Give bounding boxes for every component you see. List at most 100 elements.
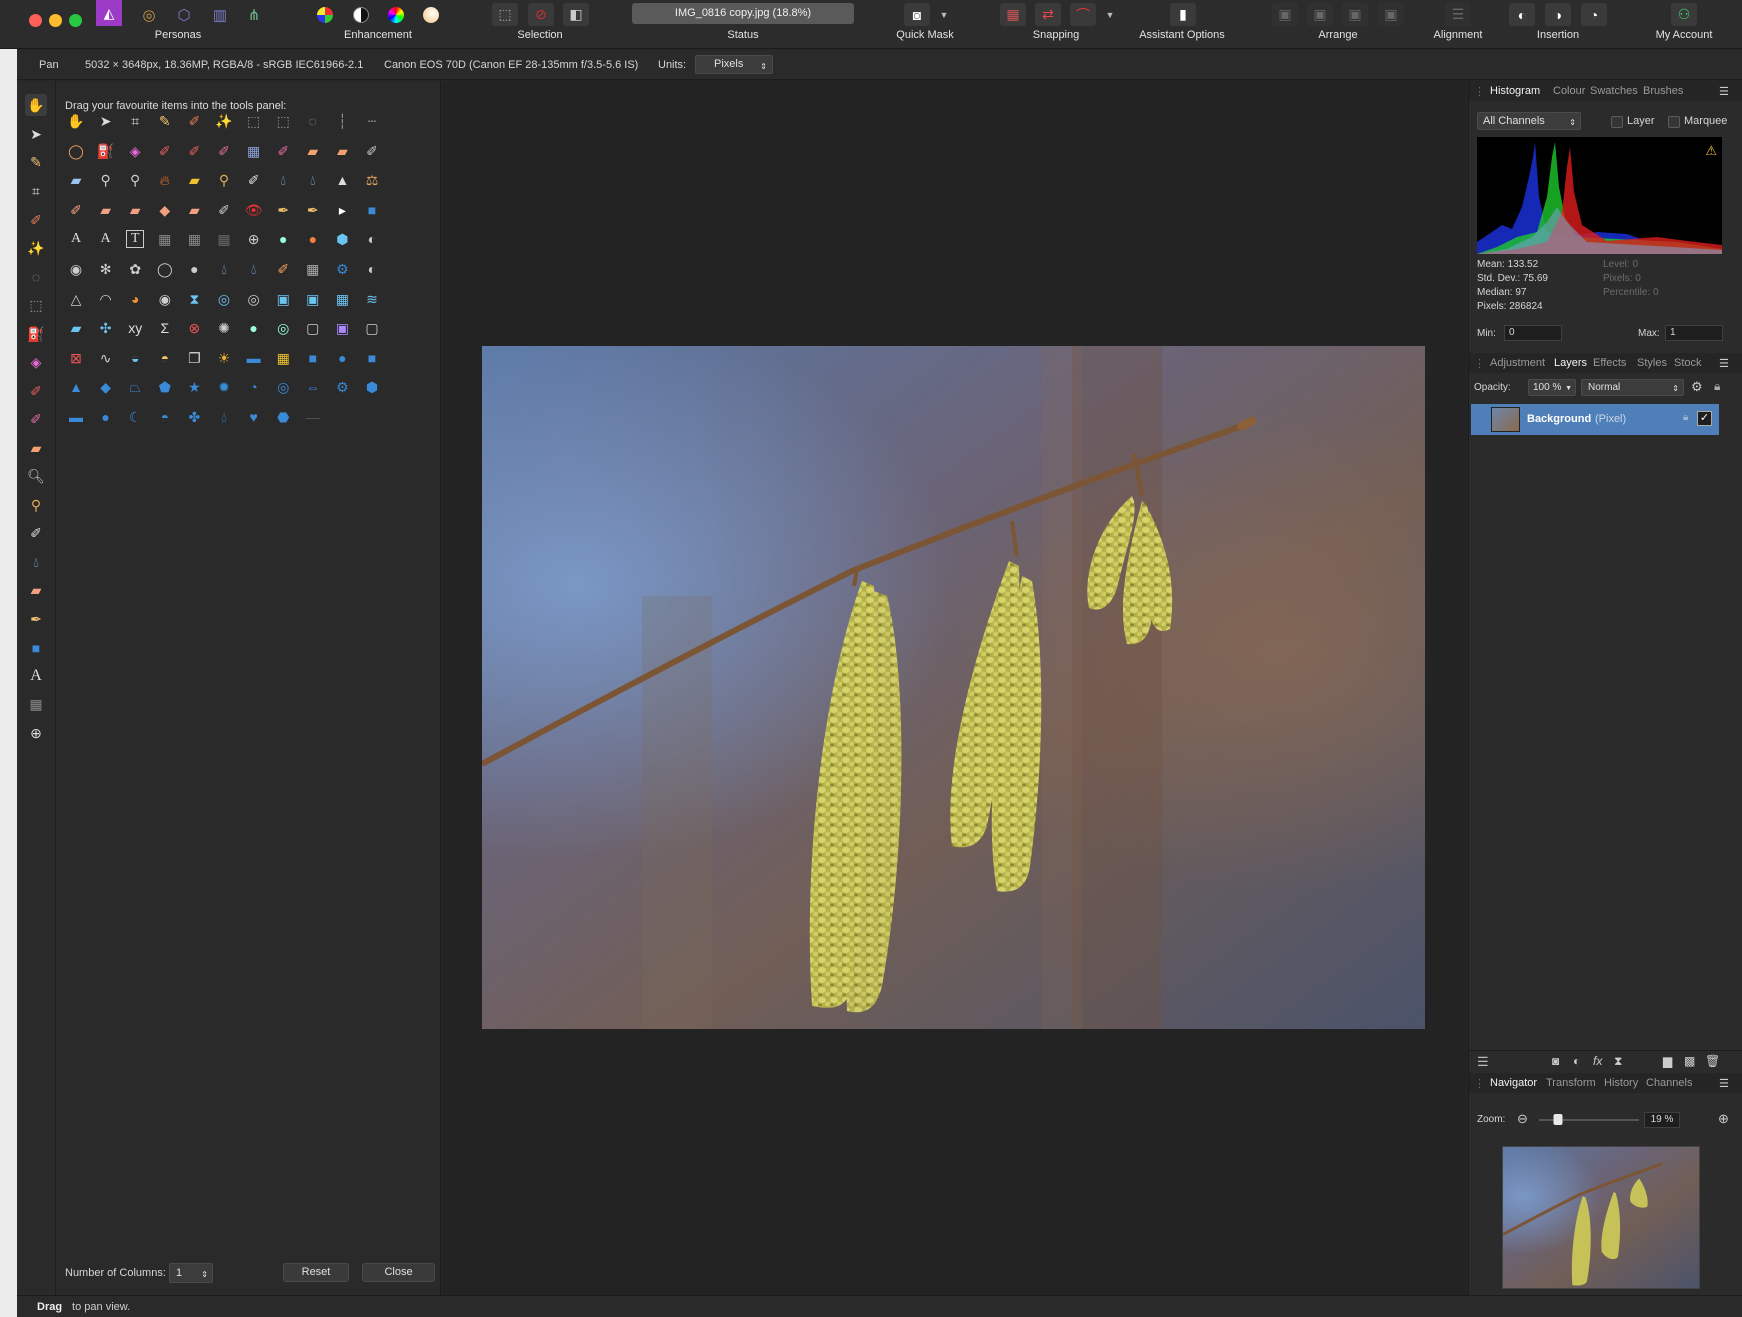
polygon-tool-icon[interactable]: ⬢ bbox=[360, 375, 384, 399]
auto-white-balance-icon[interactable] bbox=[419, 4, 443, 26]
cog-tool-icon[interactable]: ⚙ bbox=[330, 257, 354, 281]
flood-erase-tool-icon[interactable]: ✐ bbox=[360, 139, 384, 163]
layer-visibility-checkbox[interactable]: ✓ bbox=[1697, 411, 1712, 426]
starburst-tool-icon[interactable]: ✹ bbox=[212, 375, 236, 399]
frame-text-tool-icon[interactable]: A bbox=[94, 227, 118, 251]
tab-histogram[interactable]: Histogram bbox=[1490, 85, 1540, 97]
liquify-persona-icon[interactable]: ◎ bbox=[137, 4, 161, 26]
tab-transform[interactable]: Transform bbox=[1546, 1077, 1596, 1089]
square-tool-icon[interactable]: ■ bbox=[301, 346, 325, 370]
adjustment-layer-icon[interactable]: ◐ bbox=[1573, 1054, 1580, 1068]
pan-tool-icon[interactable]: ✋ bbox=[64, 109, 88, 133]
zoom-slider-thumb[interactable] bbox=[1553, 1114, 1563, 1125]
snapping-magnet-icon[interactable]: ⌒ bbox=[1070, 3, 1096, 26]
zoom-slider[interactable] bbox=[1539, 1114, 1639, 1125]
drop-tool-icon[interactable]: 💧︎ bbox=[212, 257, 236, 281]
selection-brush-tool-icon[interactable]: ✐ bbox=[182, 109, 206, 133]
hourglass-tool-icon[interactable]: ⧗ bbox=[182, 287, 206, 311]
sun-tool-icon[interactable]: ☀ bbox=[212, 346, 236, 370]
navigator-preview[interactable] bbox=[1502, 1146, 1700, 1289]
pattern-tool-icon[interactable]: ▦ bbox=[242, 139, 266, 163]
add-group-icon[interactable]: ▆ bbox=[1663, 1054, 1672, 1068]
inpainting-tool-icon[interactable]: ◆ bbox=[153, 198, 177, 222]
pie-shape-tool-icon[interactable]: ◔ bbox=[242, 375, 266, 399]
half-tool-icon[interactable]: ◒ bbox=[123, 346, 147, 370]
corner-tool-icon[interactable]: ▸ bbox=[330, 198, 354, 222]
frequency-tool-icon[interactable]: ▰ bbox=[182, 198, 206, 222]
drag-handle-icon[interactable]: ⋮ bbox=[1474, 85, 1485, 98]
layer-checkbox[interactable] bbox=[1611, 116, 1623, 128]
paint-brush-tool-icon[interactable]: ✐ bbox=[153, 139, 177, 163]
blur-tool-icon[interactable]: 💧︎ bbox=[271, 168, 295, 192]
waves-tool-icon[interactable]: ≋ bbox=[360, 287, 384, 311]
flag-tool-icon[interactable]: ▰ bbox=[64, 316, 88, 340]
paint-brush-tool-icon[interactable]: ✐ bbox=[25, 380, 47, 402]
trapezoid-tool-icon[interactable]: ⏢ bbox=[123, 375, 147, 399]
brush-2-tool-icon[interactable]: ✐ bbox=[271, 257, 295, 281]
panel-menu-icon[interactable]: ☰ bbox=[1719, 357, 1729, 370]
cross-tool-icon[interactable]: ⊗ bbox=[182, 316, 206, 340]
rect-marquee-tool-icon[interactable]: ⬚ bbox=[242, 109, 266, 133]
tab-channels[interactable]: Channels bbox=[1646, 1077, 1692, 1089]
zoom-tool-icon[interactable]: ⊕ bbox=[242, 227, 266, 251]
rectangle-tool-icon[interactable]: ■ bbox=[25, 637, 47, 659]
mesh-warp-tool-icon[interactable]: ▦ bbox=[153, 227, 177, 251]
clone-brush-tool-icon[interactable]: ⚲ bbox=[25, 494, 47, 516]
rings-tool-icon[interactable]: ◎ bbox=[242, 287, 266, 311]
wave-tool-icon[interactable]: ◠ bbox=[94, 287, 118, 311]
cat-tool-icon[interactable]: ⬣ bbox=[271, 405, 295, 429]
red-eye-tool-icon[interactable]: 👁︎ bbox=[242, 198, 266, 222]
auto-contrast-icon[interactable] bbox=[349, 4, 373, 26]
panel-menu-icon[interactable]: ☰ bbox=[1719, 85, 1729, 98]
dodge-tool-icon[interactable]: 🔍︎ bbox=[25, 465, 47, 487]
erase-brush-tool-icon[interactable]: ▰ bbox=[301, 139, 325, 163]
colour-picker-tool-icon[interactable]: ✎ bbox=[25, 151, 47, 173]
zoom-out-icon[interactable]: ⊖ bbox=[1517, 1111, 1528, 1127]
move-to-back-icon[interactable]: ▣ bbox=[1272, 3, 1298, 26]
tone-mapping-persona-icon[interactable]: ▥ bbox=[208, 4, 232, 26]
perspective-tool-icon[interactable]: ▦ bbox=[182, 227, 206, 251]
square-fill-tool-icon[interactable]: ▣ bbox=[330, 316, 354, 340]
zoom-window-button[interactable] bbox=[69, 14, 82, 27]
move-tool-icon[interactable]: ➤ bbox=[94, 109, 118, 133]
callout-rect-tool-icon[interactable]: ▬ bbox=[64, 405, 88, 429]
crop-tool-icon[interactable]: ⌗ bbox=[25, 180, 47, 202]
drag-handle-icon[interactable]: ⋮ bbox=[1474, 357, 1485, 370]
heart-tool-icon[interactable]: ♥ bbox=[242, 405, 266, 429]
move-to-front-icon[interactable]: ▣ bbox=[1378, 3, 1404, 26]
tab-brushes[interactable]: Brushes bbox=[1643, 85, 1683, 97]
minimize-window-button[interactable] bbox=[49, 14, 62, 27]
x-box-tool-icon[interactable]: ⊠ bbox=[64, 346, 88, 370]
cog-shape-tool-icon[interactable]: ⚙ bbox=[330, 375, 354, 399]
tab-stock[interactable]: Stock bbox=[1674, 357, 1702, 369]
export-persona-icon[interactable]: ⋔ bbox=[242, 4, 266, 26]
lasso-tool-icon[interactable]: ◯ bbox=[64, 139, 88, 163]
colour-replacement-tool-icon[interactable]: ✐ bbox=[25, 408, 47, 430]
colour-replacement-tool-icon[interactable]: ✐ bbox=[212, 139, 236, 163]
move-tool-icon[interactable]: ➤ bbox=[25, 123, 47, 145]
drop-2-tool-icon[interactable]: 💧︎ bbox=[242, 257, 266, 281]
copy-tool-icon[interactable]: ❐ bbox=[182, 346, 206, 370]
cube-tool-icon[interactable]: ⬢ bbox=[330, 227, 354, 251]
rounded-tool-icon[interactable]: ▢ bbox=[360, 316, 384, 340]
min-input[interactable]: 0 bbox=[1504, 325, 1562, 341]
text-frame-tool-icon[interactable]: T bbox=[126, 230, 145, 249]
columns-stepper[interactable]: 1 ⇕ bbox=[169, 1263, 213, 1283]
crop-tool-icon[interactable]: ⌗ bbox=[123, 109, 147, 133]
photo-persona-icon[interactable]: ◭ bbox=[96, 0, 122, 26]
account-icon[interactable]: ⚇ bbox=[1671, 3, 1697, 26]
alignment-icon[interactable]: ☰ bbox=[1445, 3, 1471, 26]
frame-tool-icon[interactable]: ▣ bbox=[271, 287, 295, 311]
circle-fill-tool-icon[interactable]: ● bbox=[330, 346, 354, 370]
callout-ellipse-tool-icon[interactable]: ● bbox=[94, 405, 118, 429]
close-window-button[interactable] bbox=[29, 14, 42, 27]
quick-mask-icon[interactable]: ◙ bbox=[904, 3, 930, 26]
sphere-tool-icon[interactable]: ● bbox=[301, 227, 325, 251]
flood-select-tool-icon[interactable]: ✨ bbox=[25, 237, 47, 259]
undo-brush-tool-icon[interactable]: ✐ bbox=[242, 168, 266, 192]
rings-2-tool-icon[interactable]: ◎ bbox=[271, 316, 295, 340]
zoom-value-input[interactable]: 19 % bbox=[1644, 1112, 1680, 1128]
sigma-tool-icon[interactable]: Σ bbox=[153, 316, 177, 340]
warning-icon[interactable]: ⚠ bbox=[1705, 143, 1717, 159]
channel-select[interactable]: All Channels ⇕ bbox=[1477, 112, 1581, 130]
